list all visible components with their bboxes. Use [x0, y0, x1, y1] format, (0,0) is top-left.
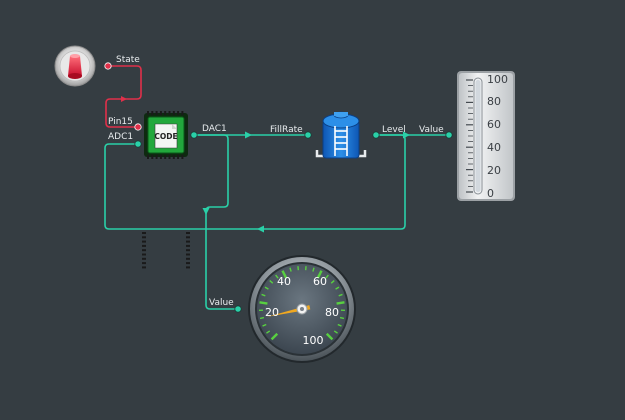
adc1-port[interactable]	[134, 140, 142, 148]
flow-canvas[interactable]: CODE	[0, 0, 625, 420]
linear-scale-label: 80	[487, 95, 501, 108]
dial-scale-label: 40	[277, 275, 291, 288]
chip-code-label: CODE	[154, 132, 177, 141]
linear-scale-label: 40	[487, 141, 501, 154]
dial-value-port[interactable]	[234, 305, 242, 313]
vertical-gauge-icon[interactable]	[457, 71, 515, 201]
state-port[interactable]	[104, 62, 112, 70]
fillrate-port-label: FillRate	[270, 125, 303, 135]
linear-gauge-node[interactable]	[445, 71, 515, 201]
toggle-switch-icon[interactable]	[54, 45, 96, 87]
linear-scale-label: 60	[487, 118, 501, 131]
dial-scale-label: 20	[265, 306, 279, 319]
dial-scale-label: 60	[313, 275, 327, 288]
pin15-port-label: Pin15	[108, 117, 133, 127]
microcontroller-chip-icon[interactable]: CODE	[142, 111, 190, 269]
fillrate-port[interactable]	[304, 131, 312, 139]
wire-dac1-to-dial[interactable]	[194, 134, 238, 310]
level-port-label: Level	[382, 125, 406, 135]
dial-value-port-label: Value	[209, 298, 234, 308]
pin15-port[interactable]	[134, 123, 142, 131]
dac1-port[interactable]	[190, 131, 198, 139]
linear-value-port[interactable]	[445, 131, 453, 139]
adc1-port-label: ADC1	[108, 132, 134, 142]
linear-scale-label: 100	[487, 73, 508, 86]
linear-scale-label: 0	[487, 187, 494, 200]
linear-scale-label: 20	[487, 164, 501, 177]
state-port-label: State	[116, 55, 140, 65]
dial-scale-label: 100	[302, 334, 324, 347]
microcontroller-node[interactable]: CODE	[134, 111, 198, 269]
dial-scale-label: 80	[325, 306, 339, 319]
toggle-switch-node[interactable]	[54, 45, 112, 87]
dac1-port-label: DAC1	[202, 124, 227, 134]
level-port[interactable]	[372, 131, 380, 139]
linear-value-port-label: Value	[419, 125, 444, 135]
water-tank-node[interactable]	[304, 111, 380, 159]
water-tank-icon[interactable]	[315, 111, 367, 159]
linear-gauge-fill	[475, 80, 481, 192]
